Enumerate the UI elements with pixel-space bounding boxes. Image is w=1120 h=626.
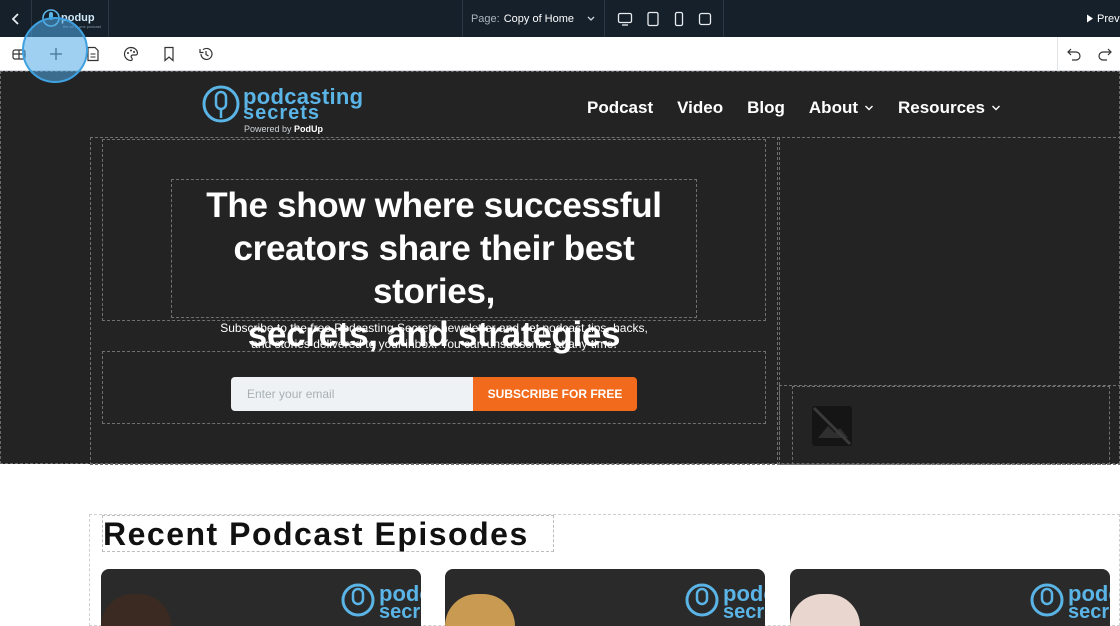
card-logo-word-2: secr — [723, 601, 765, 623]
tablet-icon[interactable] — [646, 11, 660, 27]
preview-label: Prev — [1097, 12, 1120, 25]
nav-resources-label: Resources — [898, 98, 985, 117]
logo-word-secrets: secrets — [243, 102, 321, 124]
image-placeholder-icon — [812, 406, 852, 446]
theme-button[interactable] — [116, 37, 146, 71]
desktop-icon[interactable] — [617, 12, 633, 26]
episode-guest-photo — [101, 594, 171, 626]
palette-icon — [123, 46, 139, 62]
page-selector-value: Copy of Home — [503, 12, 575, 25]
svg-text:the all in one podcast: the all in one podcast — [63, 24, 101, 29]
page-selector-label: Page: — [470, 12, 500, 25]
episode-card[interactable]: podc secre — [101, 569, 421, 626]
podup-logo[interactable]: podup the all in one podcast — [33, 0, 109, 37]
nav-about[interactable]: About — [809, 98, 874, 118]
editor-toolbar — [0, 37, 1120, 71]
editor-top-bar: podup the all in one podcast Page: Copy … — [0, 0, 1120, 37]
subscribe-button[interactable]: SUBSCRIBE FOR FREE — [473, 377, 637, 411]
bookmark-button[interactable] — [154, 37, 184, 71]
microphone-logo-icon — [202, 85, 240, 123]
widgets-button[interactable] — [4, 37, 34, 71]
episode-guest-photo — [445, 594, 515, 626]
microphone-logo-icon — [1030, 583, 1064, 617]
chevron-down-icon — [865, 105, 873, 111]
microphone-logo-icon — [341, 583, 375, 617]
chevron-down-icon — [587, 16, 595, 21]
page-selector[interactable]: Page: Copy of Home — [462, 0, 605, 37]
headline-line-1: The show where successful — [206, 186, 662, 225]
hero-subtext[interactable]: Subscribe to the free Podcasting Secrets… — [103, 320, 765, 352]
undo-icon — [1067, 48, 1081, 61]
microphone-logo-icon — [685, 583, 719, 617]
nav-podcast[interactable]: Podcast — [587, 98, 653, 118]
subtext-line-1: Subscribe to the free Podcasting Secrets… — [220, 321, 648, 335]
nav-video[interactable]: Video — [677, 98, 723, 118]
device-switcher — [606, 0, 724, 37]
widgets-icon — [12, 49, 26, 60]
hero-headline[interactable]: The show where successful creators share… — [171, 179, 697, 354]
site-nav: Podcast Video Blog About Resources — [587, 98, 1001, 118]
episode-card-logo: podc secr — [683, 579, 765, 623]
site-logo[interactable]: podcasting secrets Powered by PodUp — [201, 82, 363, 134]
redo-button[interactable] — [1090, 37, 1120, 71]
episode-card[interactable]: podc secr — [445, 569, 765, 626]
subtext-line-2: and stories delivered to your inbox. You… — [251, 337, 617, 351]
toolbar-divider — [1057, 37, 1058, 71]
episode-card-logo: podc secre — [339, 579, 421, 623]
pages-button[interactable] — [78, 37, 108, 71]
headline-line-2: creators share their best stories, — [233, 229, 635, 311]
history-icon — [199, 47, 213, 60]
preview-button[interactable]: Prev — [1086, 0, 1120, 37]
back-button[interactable] — [0, 0, 32, 37]
episodes-title[interactable]: Recent Podcast Episodes — [102, 515, 554, 552]
undo-button[interactable] — [1059, 37, 1089, 71]
chevron-down-icon — [991, 105, 1000, 111]
card-logo-word-2: secr — [1068, 601, 1110, 623]
card-logo-word-2: secre — [379, 601, 421, 623]
nav-about-label: About — [808, 98, 858, 117]
plus-icon — [50, 48, 62, 60]
powered-by-text: Powered by PodUp — [244, 124, 324, 134]
add-element-button[interactable] — [41, 37, 71, 71]
hero-section[interactable]: podcasting secrets Powered by PodUp Podc… — [0, 71, 1120, 465]
nav-resources[interactable]: Resources — [898, 98, 1001, 118]
chevron-left-icon — [11, 12, 19, 25]
episode-card[interactable]: podc secr — [790, 569, 1110, 626]
square-icon[interactable] — [698, 12, 712, 26]
podup-logo-icon: podup the all in one podcast — [41, 8, 101, 29]
mobile-icon[interactable] — [673, 11, 685, 27]
episode-card-logo: podc secr — [1028, 579, 1110, 623]
page-icon — [87, 46, 99, 62]
history-button[interactable] — [191, 37, 221, 71]
redo-icon — [1098, 48, 1112, 61]
bookmark-icon — [164, 46, 174, 62]
email-input[interactable]: Enter your email — [231, 377, 473, 411]
svg-text:podup: podup — [61, 12, 95, 24]
play-icon — [1087, 14, 1093, 23]
editor-canvas: podcasting secrets Powered by PodUp Podc… — [0, 71, 1120, 626]
nav-blog[interactable]: Blog — [747, 98, 785, 118]
episode-guest-photo — [790, 594, 860, 626]
